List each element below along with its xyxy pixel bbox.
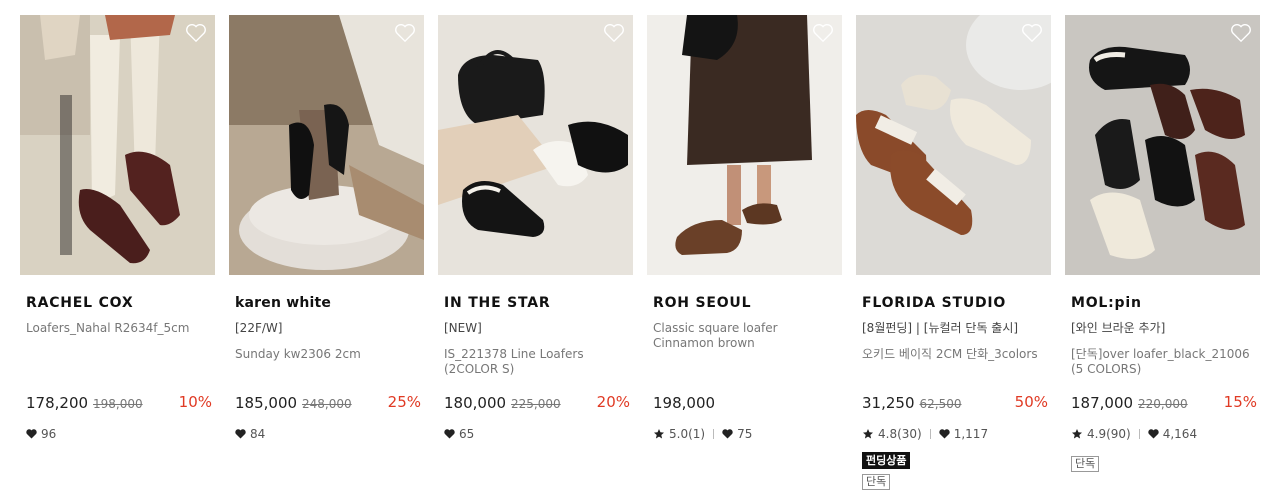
sale-price: 187,000 bbox=[1071, 394, 1134, 412]
sale-price: 185,000 bbox=[235, 394, 298, 412]
wishlist-heart-icon[interactable] bbox=[812, 23, 834, 43]
price-row: 198,000 bbox=[653, 393, 839, 413]
brand-name[interactable]: RACHEL COX bbox=[26, 295, 215, 311]
product-card[interactable]: MOL:pin [와인 브라운 추가] [단독]over loafer_blac… bbox=[1065, 15, 1260, 472]
discount-rate: 50% bbox=[1014, 393, 1048, 411]
product-photo bbox=[438, 15, 633, 275]
original-price: 225,000 bbox=[511, 397, 561, 411]
price-row: 180,000 225,000 20% bbox=[444, 393, 630, 413]
like-count: 75 bbox=[737, 427, 753, 441]
heart-icon bbox=[444, 429, 455, 439]
heart-icon bbox=[722, 429, 733, 439]
brand-name[interactable]: ROH SEOUL bbox=[653, 295, 842, 311]
price-row: 185,000 248,000 25% bbox=[235, 393, 421, 413]
wishlist-heart-icon[interactable] bbox=[185, 23, 207, 43]
original-price: 248,000 bbox=[302, 397, 352, 411]
like-count: 84 bbox=[250, 427, 266, 441]
product-meta: 96 bbox=[26, 427, 56, 441]
product-card[interactable]: FLORIDA STUDIO [8월펀딩] | [뉴컬러 단독 출시] 오키드 … bbox=[856, 15, 1051, 490]
discount-rate: 15% bbox=[1223, 393, 1257, 411]
product-meta: 4.9(90) 4,164 bbox=[1071, 427, 1197, 441]
rating: 4.9(90) bbox=[1087, 427, 1131, 441]
product-photo bbox=[1065, 15, 1260, 275]
product-image[interactable] bbox=[229, 15, 424, 275]
product-name[interactable]: Classic square loafer Cinnamon brown bbox=[653, 321, 838, 351]
wishlist-heart-icon[interactable] bbox=[603, 23, 625, 43]
product-grid: RACHEL COX Loafers_Nahal R2634f_5cm 178,… bbox=[0, 0, 1270, 498]
product-tag: [8월펀딩] | [뉴컬러 단독 출시] bbox=[862, 321, 1019, 335]
product-card[interactable]: RACHEL COX Loafers_Nahal R2634f_5cm 178,… bbox=[20, 15, 215, 441]
product-photo bbox=[647, 15, 842, 275]
like-count: 65 bbox=[459, 427, 475, 441]
like-count: 1,117 bbox=[953, 427, 989, 441]
product-image[interactable] bbox=[647, 15, 842, 275]
heart-icon bbox=[1148, 429, 1159, 439]
star-icon bbox=[654, 429, 664, 439]
heart-icon bbox=[939, 429, 950, 439]
price-row: 31,250 62,500 50% bbox=[862, 393, 1048, 413]
heart-icon bbox=[235, 429, 246, 439]
discount-rate: 10% bbox=[178, 393, 212, 411]
product-tag: [22F/W] bbox=[235, 321, 283, 335]
sale-price: 180,000 bbox=[444, 394, 507, 412]
price-row: 178,200 198,000 10% bbox=[26, 393, 212, 413]
exclusive-badge: 단독 bbox=[1071, 456, 1100, 472]
badge-group: 단독 bbox=[1071, 452, 1100, 472]
meta-divider bbox=[1138, 429, 1140, 439]
product-name[interactable]: Sunday kw2306 2cm bbox=[235, 347, 420, 362]
product-photo bbox=[20, 15, 215, 275]
like-count: 96 bbox=[41, 427, 57, 441]
wishlist-heart-icon[interactable] bbox=[1021, 23, 1043, 43]
rating: 4.8(30) bbox=[878, 427, 922, 441]
heart-icon bbox=[26, 429, 37, 439]
brand-name[interactable]: IN THE STAR bbox=[444, 295, 633, 311]
product-photo bbox=[856, 15, 1051, 275]
product-meta: 4.8(30) 1,117 bbox=[862, 427, 988, 441]
product-image[interactable] bbox=[438, 15, 633, 275]
exclusive-badge: 단독 bbox=[862, 474, 891, 490]
product-card[interactable]: ROH SEOUL Classic square loafer Cinnamon… bbox=[647, 15, 842, 441]
product-meta: 5.0(1) 75 bbox=[653, 427, 752, 441]
wishlist-heart-icon[interactable] bbox=[1230, 23, 1252, 43]
product-image[interactable] bbox=[20, 15, 215, 275]
wishlist-heart-icon[interactable] bbox=[394, 23, 416, 43]
star-icon bbox=[863, 429, 873, 439]
star-icon bbox=[1072, 429, 1082, 439]
product-image[interactable] bbox=[856, 15, 1051, 275]
product-tag: [NEW] bbox=[444, 321, 482, 335]
like-count: 4,164 bbox=[1162, 427, 1198, 441]
product-meta: 84 bbox=[235, 427, 265, 441]
rating: 5.0(1) bbox=[669, 427, 706, 441]
product-card[interactable]: karen white [22F/W] Sunday kw2306 2cm 18… bbox=[229, 15, 424, 441]
sale-price: 178,200 bbox=[26, 394, 89, 412]
product-card[interactable]: IN THE STAR [NEW] IS_221378 Line Loafers… bbox=[438, 15, 633, 441]
discount-rate: 25% bbox=[387, 393, 421, 411]
badge-group: 펀딩상품 단독 bbox=[862, 452, 911, 490]
product-name[interactable]: 오키드 베이직 2CM 단화_3colors bbox=[862, 347, 1047, 362]
original-price: 220,000 bbox=[1138, 397, 1188, 411]
product-image[interactable] bbox=[1065, 15, 1260, 275]
product-tag: [와인 브라운 추가] bbox=[1071, 321, 1166, 335]
product-name[interactable]: [단독]over loafer_black_21006 (5 COLORS) bbox=[1071, 347, 1256, 377]
product-meta: 65 bbox=[444, 427, 474, 441]
brand-name[interactable]: FLORIDA STUDIO bbox=[862, 295, 1051, 311]
original-price: 62,500 bbox=[919, 397, 962, 411]
discount-rate: 20% bbox=[596, 393, 630, 411]
original-price: 198,000 bbox=[93, 397, 143, 411]
funding-badge: 펀딩상품 bbox=[862, 452, 911, 469]
product-name[interactable]: Loafers_Nahal R2634f_5cm bbox=[26, 321, 211, 336]
product-photo bbox=[229, 15, 424, 275]
sale-price: 31,250 bbox=[862, 394, 915, 412]
brand-name[interactable]: karen white bbox=[235, 295, 424, 311]
meta-divider bbox=[713, 429, 715, 439]
meta-divider bbox=[929, 429, 931, 439]
brand-name[interactable]: MOL:pin bbox=[1071, 295, 1260, 311]
product-name[interactable]: IS_221378 Line Loafers (2COLOR S) bbox=[444, 347, 629, 377]
price-row: 187,000 220,000 15% bbox=[1071, 393, 1257, 413]
sale-price: 198,000 bbox=[653, 394, 716, 412]
